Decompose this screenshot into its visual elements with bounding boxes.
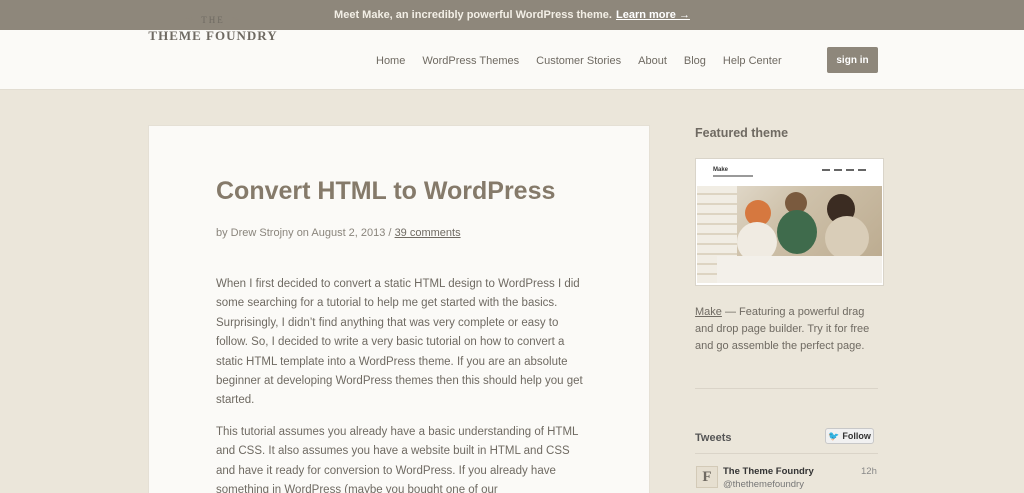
tweet-author-name[interactable]: The Theme Foundry <box>723 466 814 477</box>
learn-more-link[interactable]: Learn more → <box>616 9 690 21</box>
sign-in-button[interactable]: sign in <box>827 47 878 73</box>
twitter-bird-icon: 🐦 <box>828 430 840 441</box>
comments-link[interactable]: 39 comments <box>395 227 461 239</box>
announcement-text: Meet Make, an incredibly powerful WordPr… <box>334 9 612 21</box>
follow-button[interactable]: 🐦 Follow <box>825 428 874 444</box>
featured-theme-description: Make — Featuring a powerful drag and dro… <box>695 306 870 352</box>
logo-name: THEME FOUNDRY <box>148 28 278 43</box>
tweet-timestamp[interactable]: 12h <box>861 466 877 477</box>
ornament-right-icon: ∾ <box>230 14 242 25</box>
logo-the: THE <box>201 14 225 25</box>
ornament-left-icon: ∾ <box>184 14 196 25</box>
nav-item-wordpress-themes[interactable]: WordPress Themes <box>422 55 519 67</box>
featured-image-brand: Make <box>713 167 729 173</box>
featured-photo <box>697 186 882 283</box>
byline-text: by Drew Strojny on August 2, 2013 / <box>216 227 392 239</box>
nav-item-customer-stories[interactable]: Customer Stories <box>536 55 621 67</box>
avatar[interactable]: F <box>696 466 718 488</box>
site-logo[interactable]: ∾ THE ∾ THEME FOUNDRY <box>148 14 278 48</box>
nav-item-blog[interactable]: Blog <box>684 55 706 67</box>
sidebar-divider <box>695 388 878 389</box>
featured-theme-image[interactable]: Make <box>695 158 884 286</box>
nav-item-about[interactable]: About <box>638 55 667 67</box>
article-byline: by Drew Strojny on August 2, 2013 / 39 c… <box>216 227 461 239</box>
nav-item-home[interactable]: Home <box>376 55 405 67</box>
article-title: Convert HTML to WordPress <box>216 177 556 205</box>
main-nav: Home WordPress Themes Customer Stories A… <box>376 55 782 67</box>
tweets-heading: Tweets <box>695 432 732 444</box>
article-paragraph-1: When I first decided to convert a static… <box>216 278 583 407</box>
make-link[interactable]: Make <box>695 306 722 318</box>
featured-theme-heading: Featured theme <box>695 126 789 140</box>
article-paragraph-2: This tutorial assumes you already have a… <box>216 426 579 493</box>
tweet-author-handle[interactable]: @thethemefoundry <box>723 479 804 490</box>
article-card: Convert HTML to WordPress by Drew Strojn… <box>148 125 650 493</box>
tweets-widget: Tweets 🐦 Follow F The Theme Foundry @the… <box>695 425 878 493</box>
nav-item-help-center[interactable]: Help Center <box>723 55 782 67</box>
